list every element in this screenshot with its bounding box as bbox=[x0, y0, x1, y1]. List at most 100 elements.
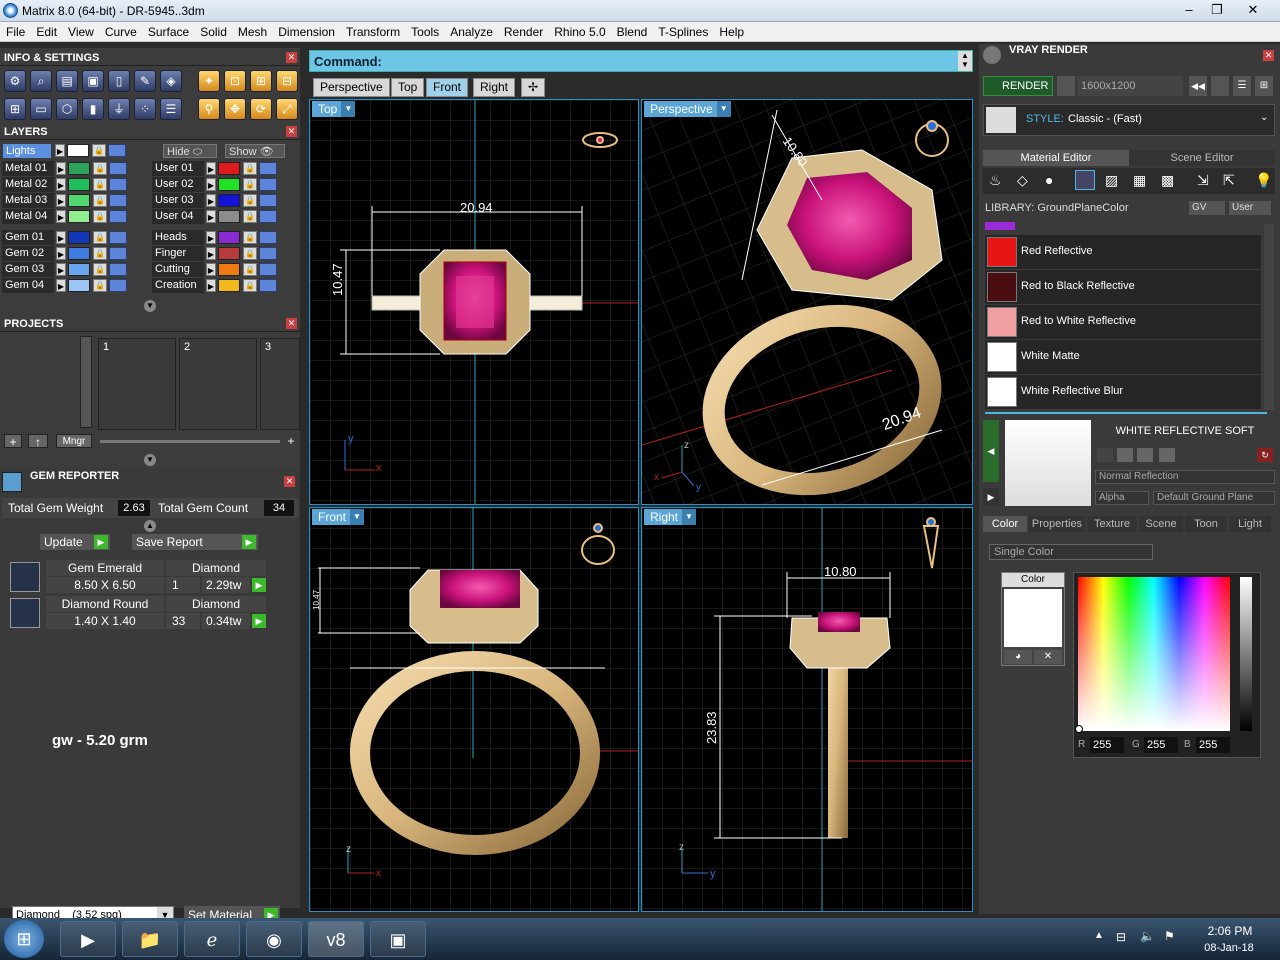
viewport-front[interactable]: zx 10.47 Front ▼ bbox=[309, 507, 639, 912]
layer-row[interactable]: Creation ▶ 🔒 bbox=[150, 278, 295, 294]
reflection-select[interactable]: Normal Reflection bbox=[1095, 470, 1275, 484]
sphere-icon[interactable]: ● bbox=[1045, 172, 1053, 188]
lock-icon[interactable]: 🔒 bbox=[93, 231, 107, 244]
projects-scrollbar[interactable] bbox=[80, 336, 92, 428]
layer-row[interactable]: User 03 ▶ 🔒 bbox=[150, 193, 295, 209]
pin-icon[interactable]: ⚲ bbox=[198, 98, 220, 120]
layer-row[interactable]: Heads ▶ 🔒 bbox=[150, 230, 295, 246]
menu-analyze[interactable]: Analyze bbox=[444, 22, 498, 42]
viewport-label-right[interactable]: Right ▼ bbox=[644, 509, 697, 525]
tab-top[interactable]: Top bbox=[391, 78, 425, 97]
layer-color[interactable] bbox=[218, 247, 240, 260]
close-icon[interactable]: ✕ bbox=[286, 318, 297, 329]
lock-icon[interactable]: 🔒 bbox=[243, 162, 257, 175]
arrow-icon[interactable]: ▶ bbox=[206, 162, 216, 175]
user-button[interactable]: User bbox=[1229, 201, 1271, 215]
lock-icon[interactable]: 🔒 bbox=[93, 279, 107, 292]
tab-right[interactable]: Right bbox=[473, 78, 516, 97]
material-item[interactable]: Red Reflective bbox=[985, 235, 1261, 269]
rewind-icon[interactable]: ◀◀ bbox=[1189, 76, 1207, 96]
menu-blend[interactable]: Blend bbox=[611, 22, 653, 42]
chevron-down-icon[interactable]: ▼ bbox=[350, 509, 365, 525]
tab-toon[interactable]: Toon bbox=[1185, 516, 1227, 532]
arrow-icon[interactable]: ▶ bbox=[56, 231, 66, 244]
visibility-toggle[interactable] bbox=[259, 178, 277, 191]
viewport-right[interactable]: zy 10.80 23.83 Right ▼ bbox=[641, 507, 973, 912]
lock-icon[interactable]: 🔒 bbox=[243, 210, 257, 223]
close-icon[interactable]: ✕ bbox=[1240, 1, 1266, 19]
red-input[interactable]: 255 bbox=[1090, 737, 1124, 753]
render-view-icon[interactable]: ⊟ bbox=[276, 70, 298, 92]
window-icon[interactable] bbox=[1211, 76, 1229, 96]
chevron-down-icon[interactable]: ⌄ bbox=[1260, 112, 1268, 123]
layer-color[interactable] bbox=[218, 263, 240, 276]
arrow-icon[interactable]: ▶ bbox=[56, 162, 66, 175]
layer-color[interactable] bbox=[68, 231, 90, 244]
layer-color[interactable] bbox=[218, 194, 240, 207]
visibility-toggle[interactable] bbox=[259, 210, 277, 223]
color-spectrum[interactable] bbox=[1078, 577, 1230, 731]
layer-color[interactable] bbox=[68, 210, 90, 223]
light-icon[interactable]: 💡 bbox=[1255, 172, 1272, 189]
save-report-button[interactable]: Save Report bbox=[132, 534, 258, 550]
visibility-toggle[interactable] bbox=[109, 231, 127, 244]
tab-material-editor[interactable]: Material Editor bbox=[983, 150, 1129, 166]
tray-arrow-icon[interactable]: ▲ bbox=[1094, 930, 1104, 941]
lock-icon[interactable]: 🔒 bbox=[93, 162, 107, 175]
arrow-icon[interactable]: ▶ bbox=[206, 194, 216, 207]
gem-icon[interactable]: ◇ bbox=[1017, 172, 1028, 189]
scatter-icon[interactable]: ⁘ bbox=[134, 98, 156, 120]
edit-icon[interactable]: ✎ bbox=[134, 70, 156, 92]
brightness-slider[interactable] bbox=[1240, 577, 1252, 731]
arrow-icon[interactable]: ▶ bbox=[56, 247, 66, 260]
visibility-toggle[interactable] bbox=[108, 144, 126, 157]
visibility-toggle[interactable] bbox=[109, 263, 127, 276]
lock-icon[interactable]: 🔒 bbox=[93, 210, 107, 223]
solid-icon[interactable]: ▮ bbox=[82, 98, 104, 120]
arrow-icon[interactable]: ▶ bbox=[206, 210, 216, 223]
move-icon[interactable]: ✥ bbox=[224, 98, 246, 120]
visibility-toggle[interactable] bbox=[259, 231, 277, 244]
tab-properties[interactable]: Properties bbox=[1029, 516, 1085, 532]
lights-layer[interactable]: Lights bbox=[3, 144, 51, 158]
close-icon[interactable]: ✕ bbox=[284, 476, 295, 487]
style-select[interactable]: STYLE: Classic - (Fast) ⌄ bbox=[983, 104, 1275, 136]
menu-view[interactable]: View bbox=[62, 22, 99, 42]
display-icon[interactable]: ▭ bbox=[30, 98, 52, 120]
network-icon[interactable]: ⊟ bbox=[1116, 930, 1126, 944]
lock-icon[interactable]: 🔒 bbox=[93, 194, 107, 207]
lock-icon[interactable]: 🔒 bbox=[243, 231, 257, 244]
menu-edit[interactable]: Edit bbox=[30, 22, 62, 42]
projects-slider[interactable] bbox=[100, 440, 280, 443]
menu-surface[interactable]: Surface bbox=[142, 22, 194, 42]
material-item[interactable]: White Reflective Blur bbox=[985, 375, 1261, 409]
copy-icon[interactable] bbox=[1117, 448, 1133, 462]
clock-time[interactable]: 2:06 PM bbox=[1200, 924, 1260, 938]
color-preview[interactable] bbox=[1004, 589, 1062, 647]
lock-icon[interactable]: 🔒 bbox=[243, 263, 257, 276]
save-icon[interactable] bbox=[1097, 448, 1113, 462]
tab-light[interactable]: Light bbox=[1229, 516, 1271, 532]
volume-icon[interactable]: 🔈 bbox=[1140, 929, 1155, 943]
arrow-icon[interactable]: ▶ bbox=[206, 178, 216, 191]
lock-icon[interactable]: 🔒 bbox=[92, 144, 106, 157]
layer-row[interactable]: Gem 03 ▶ 🔒 bbox=[0, 262, 145, 278]
visibility-toggle[interactable] bbox=[259, 247, 277, 260]
layer-color[interactable] bbox=[218, 178, 240, 191]
arrow-icon[interactable]: ▶ bbox=[56, 263, 66, 276]
export-icon[interactable]: ⇱ bbox=[1223, 172, 1235, 189]
visibility-toggle[interactable] bbox=[109, 210, 127, 223]
chevron-down-icon[interactable]: ▼ bbox=[341, 101, 356, 117]
layer-color[interactable] bbox=[68, 162, 90, 175]
blue-input[interactable]: 255 bbox=[1196, 737, 1230, 753]
close-icon[interactable]: ✕ bbox=[286, 52, 297, 63]
manager-button[interactable]: Mngr bbox=[56, 434, 92, 448]
list-icon[interactable]: ☰ bbox=[1233, 76, 1251, 96]
menu-dimension[interactable]: Dimension bbox=[272, 22, 340, 42]
collapse-icon[interactable]: ▲ bbox=[144, 520, 156, 532]
viewport-label-top[interactable]: Top ▼ bbox=[312, 101, 356, 117]
grid-icon[interactable]: ⊞ bbox=[1255, 76, 1273, 96]
menu-tsplines[interactable]: T-Splines bbox=[652, 22, 713, 42]
viewport-perspective[interactable]: zxy 10.80 20.94 Perspective ▼ bbox=[641, 99, 973, 505]
viewport-icon[interactable]: ⊡ bbox=[224, 70, 246, 92]
